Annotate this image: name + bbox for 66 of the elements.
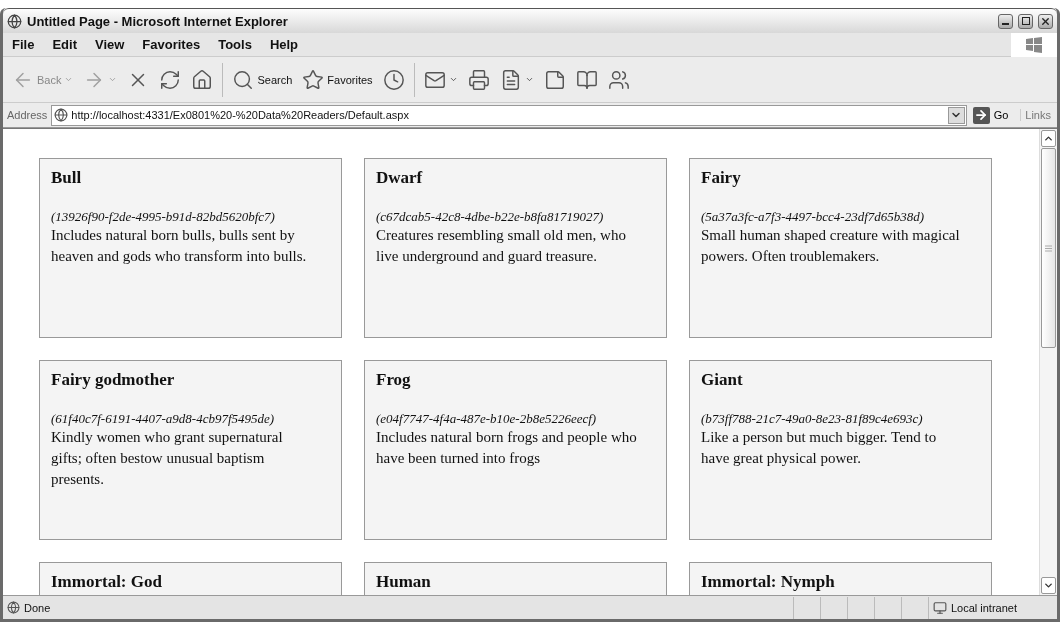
arrow-right-icon xyxy=(974,108,989,122)
home-icon xyxy=(191,68,214,91)
status-text: Done xyxy=(24,601,52,614)
card-id: (13926f90-f2de-4995-b91d-82bd5620bfc7) xyxy=(51,209,276,225)
close-button[interactable] xyxy=(1038,13,1053,29)
card-title: Immortal: God xyxy=(51,572,163,592)
menu-item[interactable]: File xyxy=(3,37,44,52)
favorites-button[interactable]: Favorites xyxy=(299,66,376,93)
chevron-up-icon xyxy=(1043,133,1054,144)
card-title: Dwarf xyxy=(376,168,424,188)
card-title: Fairy xyxy=(701,168,742,188)
links-button[interactable]: Links xyxy=(1020,109,1055,121)
star-icon xyxy=(302,68,325,91)
caret-icon xyxy=(448,75,458,84)
menu-item[interactable]: Edit xyxy=(43,37,86,52)
network-icon xyxy=(932,600,947,615)
card-id: (c67dcab5-42c8-4dbe-b22e-b8fa81719027) xyxy=(376,209,605,225)
note-icon xyxy=(543,68,566,91)
card-title: Giant xyxy=(701,370,744,390)
address-field[interactable]: http://localhost:4331/Ex0801%20-%20Data%20Readers/Default.aspx xyxy=(51,104,967,126)
zone-text: Local intranet xyxy=(950,601,1017,614)
page-icon xyxy=(54,108,69,122)
windows-logo-icon xyxy=(1025,35,1043,54)
search-icon xyxy=(232,68,255,91)
dropdown-button[interactable] xyxy=(947,106,965,124)
card-description: Like a person but much bigger. Tend to have great physical power. xyxy=(701,428,938,468)
window-title: Untitled Page - Microsoft Internet Explorer xyxy=(27,13,289,29)
scroll-down-button[interactable] xyxy=(1041,577,1056,594)
card-id: (61f40c7f-6191-4407-a9d8-4cb97f5495de) xyxy=(51,411,276,427)
printer-icon xyxy=(467,68,490,91)
maximize-icon xyxy=(1021,17,1030,25)
go-button[interactable]: Go xyxy=(970,106,1017,124)
scrollbar-thumb[interactable] xyxy=(1041,148,1056,348)
address-label: Address xyxy=(7,109,48,121)
people-icon xyxy=(607,68,630,91)
caret-icon xyxy=(64,75,74,84)
search-button[interactable]: Search xyxy=(229,66,296,93)
card-description: Creatures resembling small old men, who live underground and guard treasure. xyxy=(376,226,627,266)
chevron-down-icon xyxy=(1043,580,1054,591)
card-title: Bull xyxy=(51,168,83,188)
caret-icon xyxy=(108,75,118,84)
menu-item[interactable]: Tools xyxy=(209,37,261,52)
caret-icon xyxy=(524,75,534,84)
card-id: (e04f7747-4f4a-487e-b10e-2b8e5226eecf) xyxy=(376,411,598,427)
menu-item[interactable]: Help xyxy=(260,37,308,52)
card-title: Human xyxy=(376,572,432,592)
card-id: (5a37a3fc-a7f3-4497-bcc4-23df7d65b38d) xyxy=(701,209,926,225)
refresh-icon xyxy=(159,68,182,91)
minimize-button[interactable] xyxy=(998,13,1013,29)
page-icon xyxy=(7,601,20,614)
card-title: Frog xyxy=(376,370,412,390)
card-id: (b73ff788-21c7-49a0-8e23-81f89c4e693c) xyxy=(701,411,924,427)
card-title: Immortal: Nymph xyxy=(701,572,836,592)
card-description: Kindly women who grant supernatural gifts; often bestow unusual baptism presents. xyxy=(51,428,284,489)
maximize-button[interactable] xyxy=(1018,13,1033,29)
clock-icon xyxy=(382,68,405,91)
browser-icon xyxy=(7,13,22,29)
menu-item[interactable]: View xyxy=(85,37,134,52)
close-icon xyxy=(1040,15,1051,27)
card-title: Fairy godmother xyxy=(51,370,176,390)
card-description: Small human shaped creature with magical powers. Often troublemakers. xyxy=(701,226,961,266)
card-description: Includes natural born frogs and people who have been turned into frogs xyxy=(376,428,638,468)
card-description: Includes natural born bulls, bulls sent by heaven and gods who transform into bulls. xyxy=(51,226,308,266)
menu-item[interactable]: Favorites xyxy=(133,37,210,52)
book-icon xyxy=(575,68,598,91)
scroll-up-button[interactable] xyxy=(1041,130,1056,147)
